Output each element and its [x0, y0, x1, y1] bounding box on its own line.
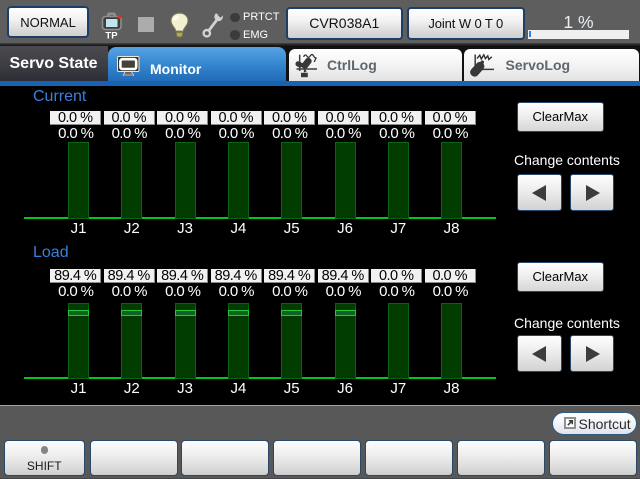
svg-text:TP: TP — [105, 31, 118, 42]
